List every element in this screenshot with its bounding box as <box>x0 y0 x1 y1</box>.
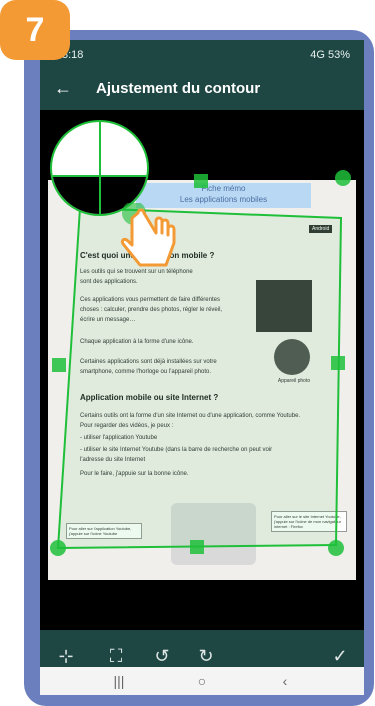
youtube-diagram <box>171 503 256 565</box>
doc-line: Certaines applications sont déjà install… <box>80 359 217 365</box>
doc-q2-title: Application mobile ou site Internet ? <box>80 393 219 402</box>
crosshair-vertical <box>98 122 101 214</box>
doc-line: Certains outils ont la forme d'un site I… <box>80 413 301 419</box>
rotate-right-icon[interactable]: ↻ <box>192 642 220 670</box>
status-right: 4G 53% <box>310 49 350 61</box>
camera-label: Appareil photo <box>277 378 311 384</box>
document-page: Fiche mémo Les applications mobiles Andr… <box>56 173 347 578</box>
arrow-left-icon[interactable]: ← <box>54 78 72 99</box>
camera-icon <box>274 339 310 375</box>
doc-line: sont des applications. <box>80 279 138 285</box>
corner-handle-bottom-left[interactable] <box>50 540 66 556</box>
signal-icon: 4G <box>310 49 325 61</box>
doc-line: - utiliser le site Internet Youtube (dan… <box>80 447 273 453</box>
doc-person-photo <box>256 280 312 332</box>
doc-line: Chaque application à la forme d'une icôn… <box>80 339 194 345</box>
phone-screen: 3:18 4G 53% ← Ajustement du contour Fich… <box>40 40 364 695</box>
doc-line: Ces applications vous permettent de fair… <box>80 297 220 303</box>
home-button[interactable]: ○ <box>187 671 217 691</box>
doc-line: Pour regarder des vidéos, je peux : <box>80 423 174 429</box>
check-icon[interactable]: ✓ <box>326 642 354 670</box>
hand-pointer-icon <box>120 203 176 267</box>
doc-header-title: Fiche mémo <box>201 184 246 193</box>
doc-line: - utiliser l'application Youtube <box>80 435 158 441</box>
edge-handle-bottom[interactable] <box>190 540 204 554</box>
battery-level: 53% <box>327 49 350 61</box>
rotate-left-icon[interactable]: ↺ <box>148 642 176 670</box>
corner-handle-top-right[interactable] <box>335 170 351 186</box>
doc-line: Pour le faire, j'appuie sur la bonne icô… <box>80 471 189 477</box>
doc-badge: Android <box>309 225 333 233</box>
expand-icon[interactable]: ⛶ <box>102 642 130 670</box>
doc-line: l'adresse du site Internet <box>80 457 146 463</box>
status-bar: 3:18 4G 53% <box>40 40 364 70</box>
page-title: Ajustement du contour <box>96 80 261 97</box>
corner-handle-bottom-right[interactable] <box>328 540 344 556</box>
edge-handle-right[interactable] <box>331 356 345 370</box>
note-left: Pour aller sur l'application Youtube, j'… <box>66 523 142 539</box>
edge-handle-left[interactable] <box>52 358 66 372</box>
recents-button[interactable]: ||| <box>104 671 134 691</box>
back-button[interactable]: ‹ <box>270 671 300 691</box>
collapse-icon[interactable]: ⊹ <box>52 642 80 670</box>
doc-line: écrire un message… <box>80 317 136 323</box>
app-bar: ← Ajustement du contour <box>40 70 364 110</box>
doc-line: choses : calculer, prendre des photos, r… <box>80 307 223 313</box>
edge-handle-top[interactable] <box>194 174 208 188</box>
zoom-magnifier <box>50 120 149 216</box>
note-right: Pour aller sur le site Internet Youtube,… <box>271 511 347 532</box>
doc-line: smartphone, comme l'horloge ou l'apparei… <box>80 369 212 375</box>
step-badge: 7 <box>0 0 70 60</box>
system-nav-bar: ||| ○ ‹ <box>40 667 364 695</box>
